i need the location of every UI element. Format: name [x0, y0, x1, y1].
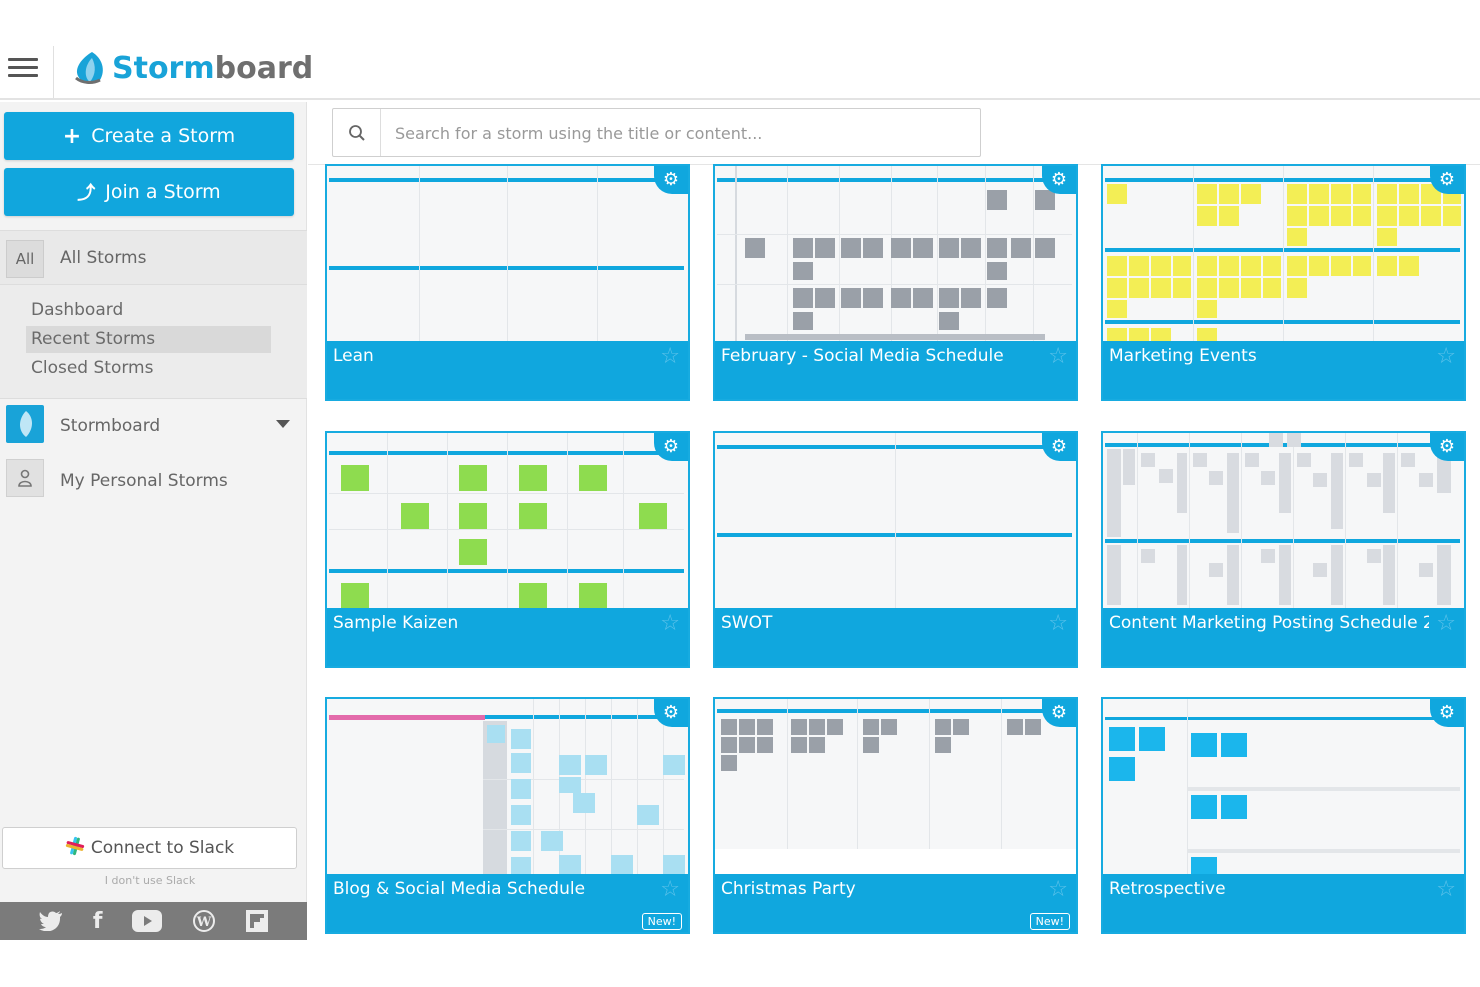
storm-thumbnail — [715, 699, 1076, 874]
storm-card[interactable]: Retrospective ☆ ⚙ — [1101, 697, 1466, 934]
plus-icon: + — [62, 123, 82, 149]
all-storms-row[interactable]: All All Storms — [0, 230, 307, 285]
join-storm-button[interactable]: ⤴ Join a Storm — [4, 168, 294, 216]
slack-icon — [65, 836, 85, 861]
star-icon[interactable]: ☆ — [660, 344, 680, 369]
storm-thumbnail — [1103, 166, 1464, 341]
connect-slack-label: Connect to Slack — [90, 838, 235, 858]
org-label: Stormboard — [60, 416, 161, 436]
storm-thumbnail — [1103, 433, 1464, 608]
facebook-icon[interactable]: f — [93, 909, 103, 934]
storm-card[interactable]: SWOT ☆ ⚙ — [713, 431, 1078, 668]
nav-item-closed-storms[interactable]: Closed Storms — [26, 355, 271, 382]
storm-title: Christmas Party — [721, 879, 856, 899]
storm-title: Blog & Social Media Schedule — [333, 879, 586, 899]
nav-item-recent-storms[interactable]: Recent Storms — [26, 326, 271, 353]
storm-card[interactable]: Content Marketing Posting Schedule 2... … — [1101, 431, 1466, 668]
star-icon[interactable]: ☆ — [1048, 611, 1068, 636]
star-icon[interactable]: ☆ — [1048, 344, 1068, 369]
storm-title: Retrospective — [1109, 879, 1226, 899]
create-storm-button[interactable]: + Create a Storm — [4, 112, 294, 160]
storm-thumbnail — [715, 433, 1076, 608]
storm-thumbnail — [327, 433, 688, 608]
stormboard-org-icon — [6, 405, 44, 443]
star-icon[interactable]: ☆ — [660, 877, 680, 902]
create-storm-label: Create a Storm — [91, 125, 236, 147]
storm-card[interactable]: Blog & Social Media Schedule ☆ ⚙ New! — [325, 697, 690, 934]
storm-search — [332, 108, 981, 157]
flipboard-icon[interactable] — [246, 910, 269, 932]
storm-title: SWOT — [721, 613, 773, 633]
star-icon[interactable]: ☆ — [1436, 344, 1456, 369]
top-header: Stormboard — [0, 36, 1480, 100]
org-stormboard-row[interactable]: Stormboard — [0, 400, 307, 452]
storm-title: Lean — [333, 346, 374, 366]
stormboard-logo-icon — [72, 50, 110, 86]
storm-title: Content Marketing Posting Schedule 2... — [1109, 613, 1429, 633]
twitter-icon[interactable] — [38, 911, 63, 931]
join-icon: ⤴ — [77, 183, 96, 204]
star-icon[interactable]: ☆ — [1436, 611, 1456, 636]
chevron-down-icon[interactable] — [276, 420, 290, 428]
star-icon[interactable]: ☆ — [660, 611, 680, 636]
nav-item-dashboard[interactable]: Dashboard — [26, 297, 271, 324]
all-storms-label: All Storms — [60, 248, 147, 268]
search-icon[interactable] — [333, 109, 381, 156]
personal-storms-row[interactable]: My Personal Storms — [0, 454, 307, 506]
join-storm-label: Join a Storm — [105, 181, 221, 203]
storm-thumbnail — [327, 166, 688, 341]
wordpress-icon[interactable]: W — [192, 909, 216, 933]
stormboard-app: Stormboard + Create a Storm ⤴ Join a Sto… — [0, 0, 1480, 987]
storm-title: Sample Kaizen — [333, 613, 459, 633]
personal-storms-label: My Personal Storms — [60, 471, 228, 491]
connect-slack-button[interactable]: Connect to Slack — [2, 827, 297, 869]
star-icon[interactable]: ☆ — [1048, 877, 1068, 902]
svg-text:W: W — [196, 915, 212, 930]
storm-card[interactable]: February - Social Media Schedule ☆ ⚙ — [713, 164, 1078, 401]
storm-thumbnail — [1103, 699, 1464, 874]
storm-thumbnail — [715, 166, 1076, 341]
hamburger-menu-icon[interactable] — [8, 58, 38, 80]
storm-card[interactable]: Sample Kaizen ☆ ⚙ — [325, 431, 690, 668]
logo-wordmark: Stormboard — [112, 50, 314, 86]
storm-card[interactable]: Marketing Events ☆ ⚙ — [1101, 164, 1466, 401]
sidebar: + Create a Storm ⤴ Join a Storm All All … — [0, 102, 307, 940]
storm-title: Marketing Events — [1109, 346, 1257, 366]
storm-card[interactable]: Lean ☆ ⚙ — [325, 164, 690, 401]
search-input[interactable] — [395, 119, 955, 147]
star-icon[interactable]: ☆ — [1436, 877, 1456, 902]
stormboard-logo[interactable]: Stormboard — [72, 48, 313, 88]
storm-thumbnail — [327, 699, 688, 874]
header-divider — [53, 46, 54, 98]
social-links-bar: f W — [0, 902, 307, 940]
storm-title: February - Social Media Schedule — [721, 346, 1004, 366]
new-badge: New! — [641, 913, 682, 930]
new-badge: New! — [1029, 913, 1070, 930]
youtube-icon[interactable] — [132, 910, 163, 932]
storm-card[interactable]: Christmas Party ☆ ⚙ New! — [713, 697, 1078, 934]
dont-use-slack-link[interactable]: I don't use Slack — [0, 874, 300, 887]
storm-filter-nav: Dashboard Recent Storms Closed Storms — [0, 285, 307, 399]
user-icon — [6, 459, 44, 497]
all-badge: All — [6, 240, 44, 278]
